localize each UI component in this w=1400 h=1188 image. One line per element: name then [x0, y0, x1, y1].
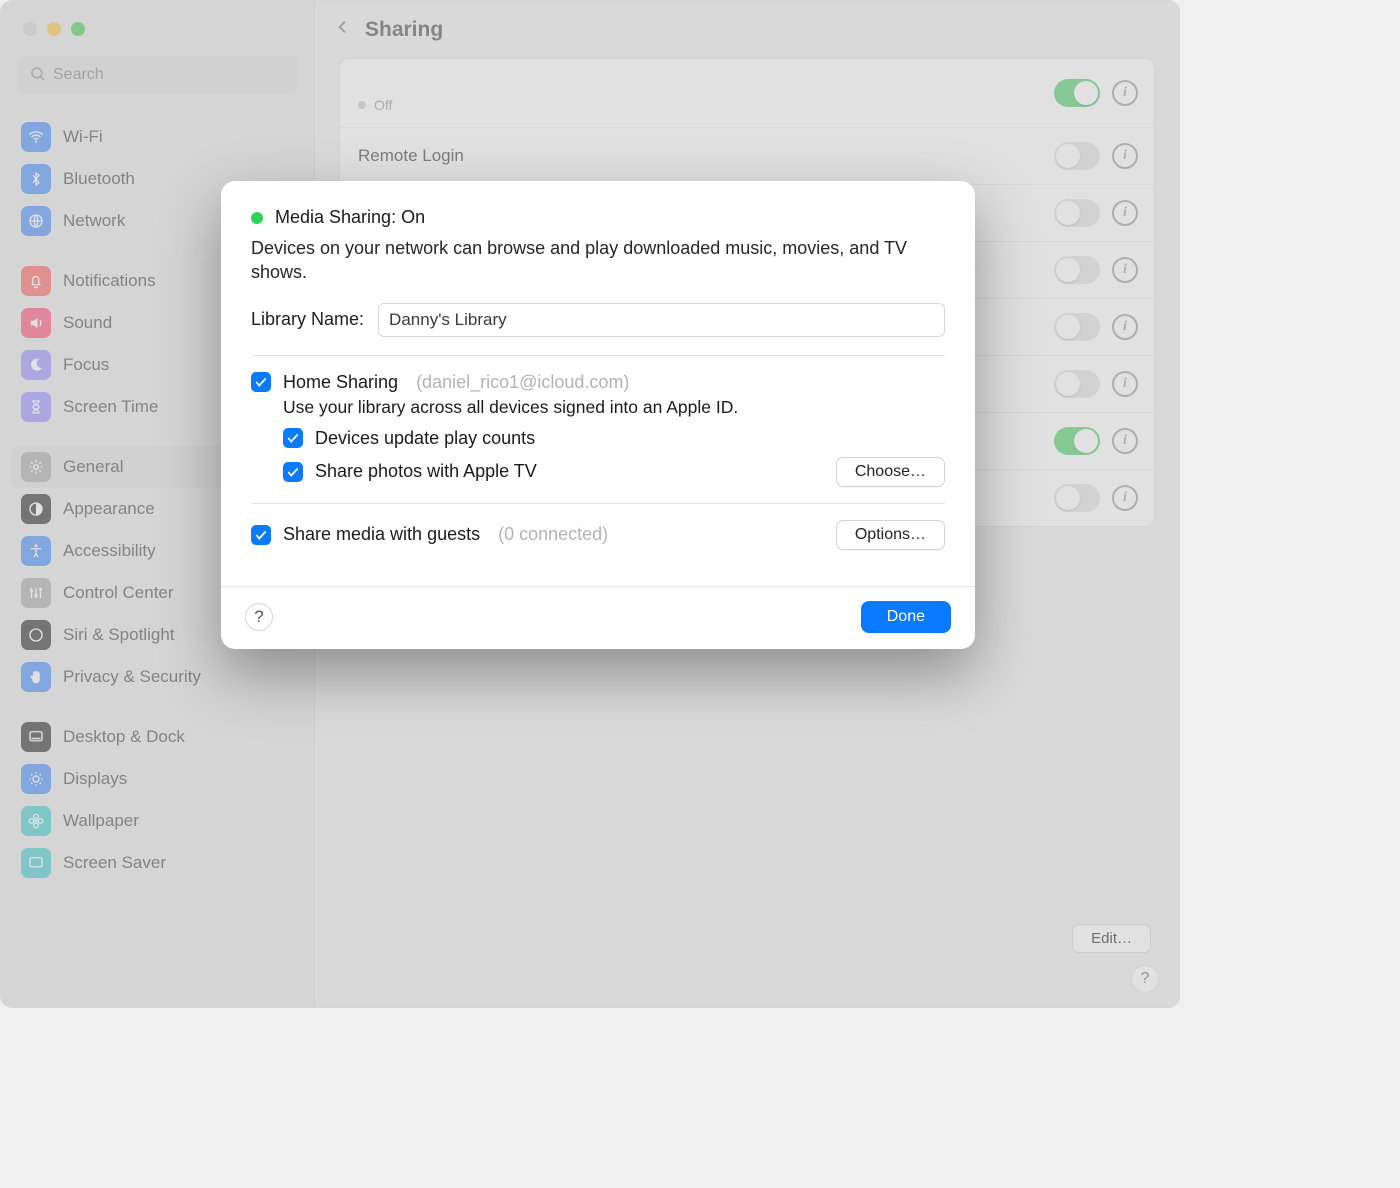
modal-help-button[interactable]: ? — [245, 603, 273, 631]
home-sharing-description: Use your library across all devices sign… — [283, 397, 945, 418]
system-settings-window: Wi-Fi Bluetooth Network Notifications So… — [0, 0, 1180, 1008]
guest-options-button[interactable]: Options… — [836, 520, 945, 550]
media-sharing-modal: Media Sharing: On Devices on your networ… — [221, 181, 975, 649]
share-guests-checkbox[interactable] — [251, 525, 271, 545]
share-photos-checkbox[interactable] — [283, 462, 303, 482]
home-sharing-label: Home Sharing — [283, 372, 398, 393]
guests-connected-count: (0 connected) — [498, 524, 608, 545]
share-photos-label: Share photos with Apple TV — [315, 461, 537, 482]
library-name-label: Library Name: — [251, 309, 364, 330]
play-counts-checkbox[interactable] — [283, 428, 303, 448]
modal-description: Devices on your network can browse and p… — [251, 236, 945, 285]
done-button[interactable]: Done — [861, 601, 951, 633]
status-dot-icon — [251, 212, 263, 224]
modal-title: Media Sharing: On — [275, 207, 425, 228]
play-counts-label: Devices update play counts — [315, 428, 535, 449]
home-sharing-account: (daniel_rico1@icloud.com) — [416, 372, 629, 393]
divider — [251, 503, 945, 504]
share-guests-label: Share media with guests — [283, 524, 480, 545]
choose-photos-button[interactable]: Choose… — [836, 457, 945, 487]
divider — [251, 355, 945, 356]
library-name-input[interactable] — [378, 303, 945, 337]
home-sharing-checkbox[interactable] — [251, 372, 271, 392]
